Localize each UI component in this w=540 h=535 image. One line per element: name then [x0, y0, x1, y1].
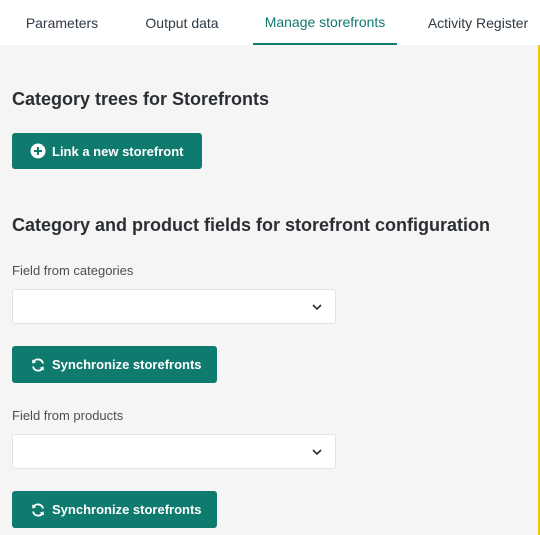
category-trees-title: Category trees for Storefronts [12, 89, 270, 109]
chevron-down-icon [312, 449, 322, 456]
synchronize-storefronts-label: Synchronize storefronts [52, 357, 202, 372]
link-new-storefront-button[interactable]: Link a new storefront [12, 133, 202, 169]
tab-parameters[interactable]: Parameters [12, 0, 112, 45]
synchronize-storefronts-button[interactable]: Synchronize storefronts [12, 346, 217, 383]
tab-output-data[interactable]: Output data [132, 0, 232, 45]
tab-bar: Parameters Output data Manage storefront… [0, 0, 540, 45]
field-from-categories-label: Field from categories [12, 263, 134, 278]
sync-icon [32, 502, 44, 517]
tab-manage-storefronts[interactable]: Manage storefronts [253, 0, 397, 45]
sync-icon [32, 357, 44, 372]
synchronize-storefronts-label: Synchronize storefronts [52, 502, 202, 517]
tab-activity-register[interactable]: Activity Register [418, 0, 538, 45]
field-from-products-label: Field from products [12, 408, 124, 423]
plus-circle-icon [30, 143, 46, 159]
chevron-down-icon [312, 304, 322, 311]
fields-config-title: Category and product fields for storefro… [12, 215, 491, 235]
link-new-storefront-label: Link a new storefront [52, 143, 184, 159]
synchronize-storefronts-button-products[interactable]: Synchronize storefronts [12, 491, 217, 528]
field-from-categories-select[interactable] [12, 289, 336, 324]
field-from-products-select[interactable] [12, 434, 336, 469]
